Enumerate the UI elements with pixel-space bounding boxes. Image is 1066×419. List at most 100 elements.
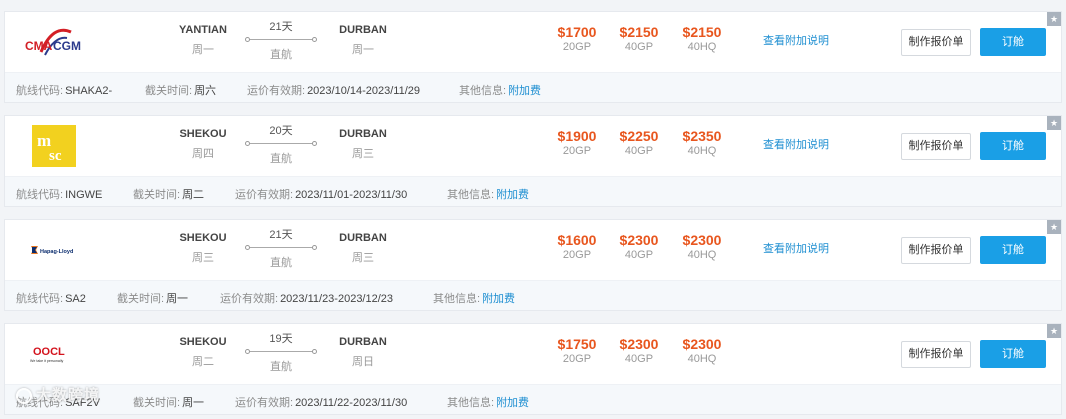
route-info: 21天 直航	[245, 12, 317, 62]
oocl-logo-icon: OOCL We take it personally	[30, 346, 65, 363]
destination-name: DURBAN	[339, 232, 387, 244]
surcharge-link[interactable]: 附加费	[508, 85, 541, 97]
price-40hq: $2300 40HQ	[672, 324, 732, 365]
destination-port: DURBAN 周三	[323, 116, 403, 161]
container-type: 20GP	[562, 145, 592, 157]
origin-day: 周一	[192, 44, 214, 56]
cutoff-time: 截关时间: 周一	[117, 293, 189, 305]
price-40gp: $2250 40GP	[609, 116, 669, 157]
transit-days: 21天	[269, 229, 293, 241]
container-type: 40GP	[624, 145, 654, 157]
cma-cgm-logo-icon: CMA CGM	[25, 28, 81, 56]
rate-card-main: CMA CGM YANTIAN 周一 21天 直航 DURBAN 周一 $170…	[5, 12, 1061, 72]
route-code: 航线代码: SA2	[16, 293, 86, 305]
container-type: 40HQ	[687, 41, 717, 53]
rate-card: OOCL We take it personally SHEKOU 周二 19天…	[4, 323, 1062, 415]
svg-text:Hapag-Lloyd: Hapag-Lloyd	[40, 249, 73, 255]
other-info: 其他信息: 附加费	[447, 397, 530, 409]
surcharge-link[interactable]: 附加费	[496, 189, 529, 201]
origin-name: SHEKOU	[179, 232, 227, 244]
origin-port: SHEKOU 周二	[163, 324, 243, 369]
rate-validity: 运价有效期: 2023/11/23-2023/12/23	[220, 293, 394, 305]
price-amount: $2150	[619, 24, 659, 40]
route-info: 19天 直航	[245, 324, 317, 374]
price-40hq: $2300 40HQ	[672, 220, 732, 261]
surcharge-link[interactable]: 附加费	[496, 397, 529, 409]
origin-port: SHEKOU 周三	[163, 220, 243, 265]
container-type: 40HQ	[687, 249, 717, 261]
rate-card-details: 航线代码: SAF2V 截关时间: 周一 运价有效期: 2023/11/22-2023…	[5, 384, 1061, 414]
price-amount: $2250	[619, 128, 659, 144]
make-quote-button[interactable]: 制作报价单	[901, 341, 971, 368]
svg-text:CGM: CGM	[53, 39, 81, 53]
container-type: 20GP	[562, 249, 592, 261]
cutoff-time: 截关时间: 周二	[133, 189, 205, 201]
favorite-star-icon[interactable]: ★	[1047, 324, 1061, 338]
origin-port: SHEKOU 周四	[163, 116, 243, 161]
favorite-star-icon[interactable]: ★	[1047, 116, 1061, 130]
route-type: 直航	[270, 257, 292, 269]
book-button[interactable]: 订舱	[980, 340, 1046, 368]
rate-card-main: m sc SHEKOU 周四 20天 直航 DURBAN 周三 $1900 20…	[5, 116, 1061, 176]
surcharge-link[interactable]: 附加费	[482, 293, 515, 305]
destination-day: 周三	[352, 252, 374, 264]
origin-day: 周二	[192, 356, 214, 368]
container-type: 20GP	[562, 353, 592, 365]
cutoff-time: 截关时间: 周一	[133, 397, 205, 409]
route-code: 航线代码: INGWE	[16, 189, 103, 201]
transit-days: 20天	[269, 125, 293, 137]
favorite-star-icon[interactable]: ★	[1047, 12, 1061, 26]
other-info: 其他信息: 附加费	[447, 189, 530, 201]
make-quote-button[interactable]: 制作报价单	[901, 133, 971, 160]
rate-card: m sc SHEKOU 周四 20天 直航 DURBAN 周三 $1900 20…	[4, 115, 1062, 207]
rate-card-main: Hapag-Lloyd SHEKOU 周三 21天 直航 DURBAN 周三 $…	[5, 220, 1061, 280]
origin-name: YANTIAN	[179, 24, 227, 36]
rate-validity: 运价有效期: 2023/11/01-2023/11/30	[235, 189, 408, 201]
price-amount: $2350	[682, 128, 722, 144]
make-quote-button[interactable]: 制作报价单	[901, 29, 971, 56]
msc-logo-icon: m sc	[32, 125, 76, 167]
rate-validity: 运价有效期: 2023/11/22-2023/11/30	[235, 397, 408, 409]
origin-name: SHEKOU	[179, 128, 227, 140]
rate-card-main: OOCL We take it personally SHEKOU 周二 19天…	[5, 324, 1061, 384]
rate-card: Hapag-Lloyd SHEKOU 周三 21天 直航 DURBAN 周三 $…	[4, 219, 1062, 311]
destination-port: DURBAN 周三	[323, 220, 403, 265]
destination-name: DURBAN	[339, 336, 387, 348]
route-line	[245, 243, 317, 253]
origin-port: YANTIAN 周一	[163, 12, 243, 57]
make-quote-button[interactable]: 制作报价单	[901, 237, 971, 264]
transit-days: 21天	[269, 21, 293, 33]
favorite-star-icon[interactable]: ★	[1047, 220, 1061, 234]
book-button[interactable]: 订舱	[980, 28, 1046, 56]
rate-card-details: 航线代码: SA2 截关时间: 周一 运价有效期: 2023/11/23-2023/1…	[5, 280, 1061, 310]
price-amount: $2300	[619, 232, 659, 248]
route-line	[245, 35, 317, 45]
book-button[interactable]: 订舱	[980, 236, 1046, 264]
price-amount: $1700	[557, 24, 597, 40]
container-type: 40HQ	[687, 353, 717, 365]
rate-validity: 运价有效期: 2023/10/14-2023/11/29	[247, 85, 421, 97]
route-line	[245, 139, 317, 149]
carrier-logo-msc: m sc	[19, 124, 89, 168]
view-surcharge-link[interactable]: 查看附加说明	[763, 136, 829, 152]
container-type: 40GP	[624, 353, 654, 365]
route-code: 航线代码: SAF2V	[16, 397, 100, 409]
rate-card-details: 航线代码: SHAKA2- 截关时间: 周六 运价有效期: 2023/10/14-20…	[5, 72, 1061, 102]
price-amount: $2300	[619, 336, 659, 352]
book-button[interactable]: 订舱	[980, 132, 1046, 160]
destination-day: 周一	[352, 44, 374, 56]
price-40hq: $2150 40HQ	[672, 12, 732, 53]
price-40gp: $2300 40GP	[609, 324, 669, 365]
carrier-logo-hapag-lloyd: Hapag-Lloyd	[19, 228, 89, 272]
svg-text:CMA: CMA	[25, 39, 53, 53]
container-type: 40GP	[624, 249, 654, 261]
carrier-logo-cma-cgm: CMA CGM	[19, 20, 89, 64]
destination-name: DURBAN	[339, 24, 387, 36]
price-20gp: $1750 20GP	[547, 324, 607, 365]
price-amount: $1750	[557, 336, 597, 352]
cutoff-time: 截关时间: 周六	[145, 85, 217, 97]
view-surcharge-link[interactable]: 查看附加说明	[763, 240, 829, 256]
price-40gp: $2150 40GP	[609, 12, 669, 53]
view-surcharge-link[interactable]: 查看附加说明	[763, 32, 829, 48]
destination-port: DURBAN 周日	[323, 324, 403, 369]
